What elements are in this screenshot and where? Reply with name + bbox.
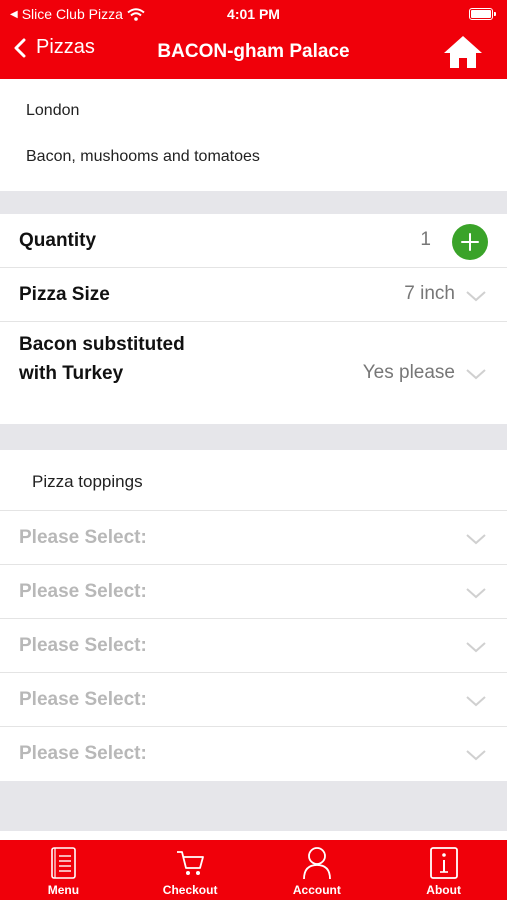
chevron-down-icon bbox=[466, 750, 486, 761]
section-divider bbox=[0, 781, 507, 831]
pizza-size-row[interactable]: Pizza Size 7 inch bbox=[0, 268, 507, 322]
section-divider bbox=[0, 424, 507, 450]
home-icon bbox=[444, 36, 482, 68]
app-screen: ◀ Slice Club Pizza 4:01 PM Pizzas BACON-… bbox=[0, 0, 507, 900]
topping-select[interactable]: Please Select: bbox=[0, 673, 507, 727]
tab-menu[interactable]: Menu bbox=[0, 840, 127, 900]
bacon-substitute-row[interactable]: Bacon substituted with Turkey Yes please bbox=[0, 322, 507, 424]
topping-select[interactable]: Please Select: bbox=[0, 619, 507, 673]
tab-account[interactable]: Account bbox=[254, 840, 381, 900]
cart-icon bbox=[177, 851, 205, 875]
location-text: London bbox=[26, 102, 80, 119]
topping-select[interactable]: Please Select: bbox=[0, 565, 507, 619]
status-time: 4:01 PM bbox=[227, 6, 280, 22]
status-bar: ◀ Slice Club Pizza 4:01 PM bbox=[0, 0, 507, 27]
quantity-row: Quantity 1 bbox=[0, 214, 507, 268]
menu-book-icon bbox=[51, 847, 77, 879]
tab-label: Checkout bbox=[162, 883, 218, 897]
home-button[interactable] bbox=[443, 35, 483, 69]
header: ◀ Slice Club Pizza 4:01 PM Pizzas BACON-… bbox=[0, 0, 507, 79]
battery-icon bbox=[469, 8, 496, 20]
tab-bar: Menu Checkout Account About bbox=[0, 840, 507, 900]
topping-select-label: Please Select: bbox=[19, 689, 147, 710]
person-icon bbox=[302, 847, 331, 880]
description-text: Bacon, mushooms and tomatoes bbox=[26, 148, 260, 165]
quantity-value: 1 bbox=[420, 229, 431, 250]
topping-select-label: Please Select: bbox=[19, 581, 147, 602]
toppings-list: Please Select: Please Select: Please Sel… bbox=[0, 511, 507, 781]
pizza-info: London Bacon, mushooms and tomatoes bbox=[0, 79, 507, 191]
topping-select[interactable]: Please Select: bbox=[0, 727, 507, 781]
bacon-substitute-value: Yes please bbox=[362, 362, 455, 383]
info-icon bbox=[429, 847, 458, 879]
pizza-size-label: Pizza Size bbox=[19, 284, 110, 305]
toppings-header: Pizza toppings bbox=[0, 450, 507, 511]
chevron-down-icon bbox=[466, 291, 486, 302]
tab-label: About bbox=[426, 883, 461, 897]
tab-label: Menu bbox=[47, 883, 80, 897]
content: London Bacon, mushooms and tomatoes Quan… bbox=[0, 79, 507, 840]
chevron-down-icon bbox=[466, 369, 486, 380]
topping-select-label: Please Select: bbox=[19, 743, 147, 764]
bacon-substitute-label: Bacon substituted with Turkey bbox=[19, 334, 185, 384]
chevron-down-icon bbox=[466, 588, 486, 599]
quantity-label: Quantity bbox=[19, 230, 97, 251]
topping-select-label: Please Select: bbox=[19, 635, 147, 656]
chevron-down-icon bbox=[466, 534, 486, 545]
topping-select-label: Please Select: bbox=[19, 527, 147, 548]
chevron-down-icon bbox=[466, 642, 486, 653]
tab-about[interactable]: About bbox=[380, 840, 507, 900]
page-title: BACON-gham Palace bbox=[157, 41, 350, 62]
topping-select[interactable]: Please Select: bbox=[0, 511, 507, 565]
section-divider bbox=[0, 191, 507, 214]
nav-bar: Pizzas BACON-gham Palace bbox=[0, 27, 507, 79]
add-quantity-button[interactable] bbox=[452, 224, 488, 260]
chevron-down-icon bbox=[466, 696, 486, 707]
tab-label: Account bbox=[292, 883, 341, 897]
pizza-size-value: 7 inch bbox=[404, 283, 455, 304]
tab-checkout[interactable]: Checkout bbox=[127, 840, 254, 900]
